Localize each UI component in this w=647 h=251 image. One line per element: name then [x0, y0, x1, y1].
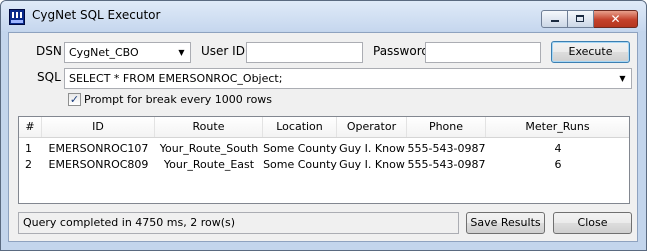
close-icon: ✕ [610, 12, 621, 26]
checkmark-icon: ✓ [69, 93, 80, 106]
column-header-id[interactable]: ID [42, 117, 155, 137]
maximize-icon [576, 15, 584, 22]
results-table[interactable]: # ID Route Location Operator Phone Meter… [18, 116, 630, 204]
cell-route: Your_Route_East [163, 158, 255, 171]
close-window-button[interactable]: ✕ [594, 10, 638, 28]
dialog-body: DSN CygNet_CBO ▼ User ID Password Execut… [8, 32, 638, 242]
cell-location: Some County [263, 158, 337, 171]
chevron-down-icon[interactable]: ▼ [614, 69, 631, 88]
app-icon-text [11, 20, 23, 23]
cell-meter-runs: 6 [554, 158, 562, 171]
column-header-location[interactable]: Location [263, 117, 337, 137]
minimize-button[interactable] [541, 10, 568, 28]
prompt-break-checkbox[interactable]: ✓ [68, 93, 81, 106]
execute-button[interactable]: Execute [551, 41, 630, 63]
dsn-value: CygNet_CBO [69, 46, 139, 59]
cell-number: 2 [25, 158, 32, 171]
cell-location: Some County [263, 142, 337, 155]
cell-number: 1 [25, 142, 32, 155]
password-label: Password [373, 44, 430, 58]
userid-input[interactable] [246, 42, 363, 63]
app-icon-bars [12, 12, 22, 18]
column-header-number[interactable]: # [19, 117, 42, 137]
column-header-meter-runs[interactable]: Meter_Runs [486, 117, 629, 137]
cell-phone: 555-543-0987 [407, 142, 486, 155]
cygnet-app-icon[interactable] [9, 9, 25, 25]
status-bar: Query completed in 4750 ms, 2 row(s) [18, 212, 459, 234]
sql-value: SELECT * FROM EMERSONROC_Object; [69, 72, 283, 85]
minimize-icon [551, 20, 559, 22]
cell-operator: Guy I. Know [339, 158, 405, 171]
cell-id: EMERSONROC107 [48, 142, 149, 155]
save-results-button[interactable]: Save Results [466, 212, 545, 234]
sql-label: SQL [37, 70, 61, 84]
cell-id: EMERSONROC809 [48, 158, 149, 171]
table-row[interactable]: 1 EMERSONROC107 Your_Route_South Some Co… [19, 141, 629, 157]
userid-label: User ID [201, 44, 245, 58]
dsn-combobox[interactable]: CygNet_CBO ▼ [64, 42, 191, 63]
prompt-break-label: Prompt for break every 1000 rows [84, 93, 273, 106]
password-input[interactable] [425, 42, 541, 63]
cell-meter-runs: 4 [554, 142, 562, 155]
cell-operator: Guy I. Know [339, 142, 405, 155]
column-header-operator[interactable]: Operator [337, 117, 407, 137]
dsn-label: DSN [36, 44, 62, 58]
close-button[interactable]: Close [553, 212, 632, 234]
table-row[interactable]: 2 EMERSONROC809 Your_Route_East Some Cou… [19, 157, 629, 173]
chevron-down-icon[interactable]: ▼ [173, 43, 190, 62]
column-header-phone[interactable]: Phone [407, 117, 486, 137]
column-header-route[interactable]: Route [155, 117, 263, 137]
app-window: CygNet SQL Executor ✕ DSN CygNet_CBO ▼ U… [0, 0, 647, 251]
table-header: # ID Route Location Operator Phone Meter… [19, 117, 629, 138]
title-bar[interactable]: CygNet SQL Executor ✕ [1, 1, 646, 31]
cell-phone: 555-543-0987 [407, 158, 486, 171]
cell-route: Your_Route_South [159, 142, 259, 155]
window-title: CygNet SQL Executor [32, 8, 161, 22]
sql-combobox[interactable]: SELECT * FROM EMERSONROC_Object; ▼ [64, 68, 632, 89]
maximize-button[interactable] [568, 10, 594, 28]
